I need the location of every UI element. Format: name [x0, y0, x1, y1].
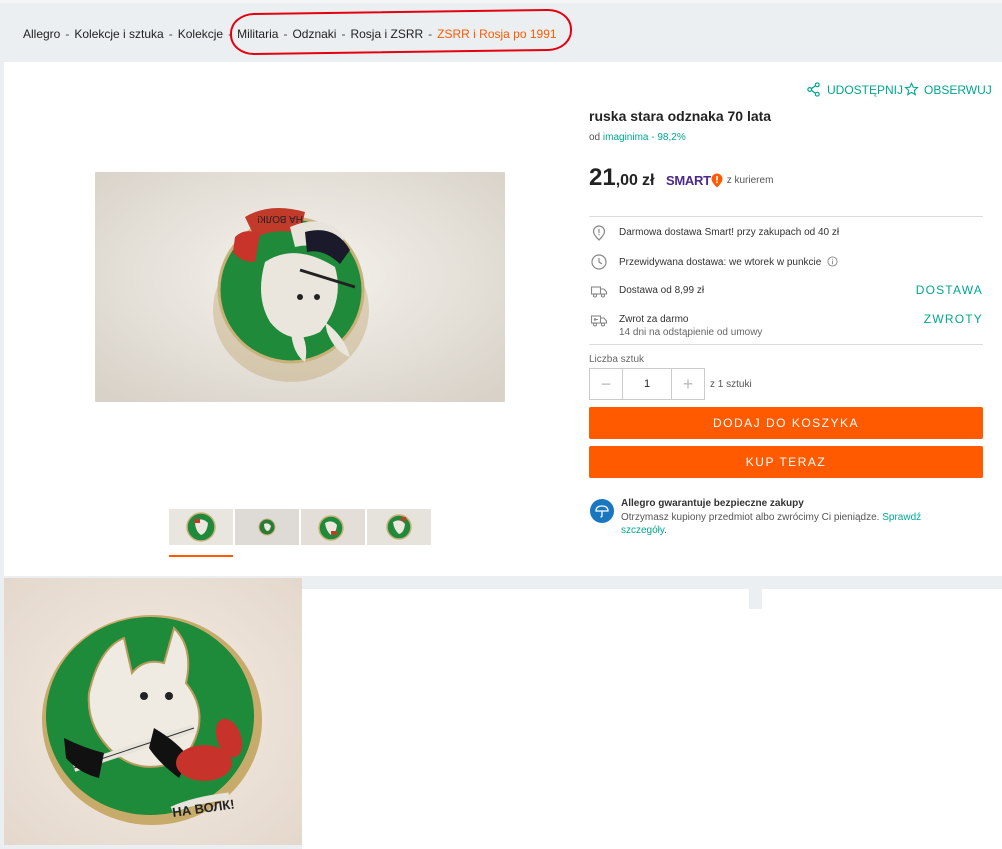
guarantee-text: Otrzymasz kupiony przedmiot albo zwrócim…: [621, 511, 961, 537]
quantity-stepper: − 1 +: [589, 368, 705, 400]
thumbnail-3[interactable]: [301, 509, 365, 545]
courier-note: z kurierem: [726, 175, 774, 186]
breadcrumb-item-kolekcje-i-sztuka[interactable]: Kolekcje i sztuka: [74, 27, 163, 41]
free-smart-delivery-text: Darmowa dostawa Smart! przy zakupach od …: [619, 227, 840, 238]
annotation-red-ellipse: [229, 8, 573, 56]
share-button[interactable]: UDOSTĘPNIJ: [806, 82, 903, 97]
main-product-photo[interactable]: НА ВОЛК!: [95, 172, 505, 402]
allegro-guarantee: Allegro gwarantuje bezpieczne zakupy Otr…: [589, 496, 983, 536]
free-return-title: Zwrot za darmo: [619, 314, 689, 325]
quantity-input[interactable]: 1: [622, 369, 672, 399]
add-to-cart-button[interactable]: DODAJ DO KOSZYKA: [589, 407, 983, 439]
returns-link[interactable]: ZWROTY: [924, 312, 983, 326]
divider: [589, 344, 983, 345]
breadcrumb-item-allegro[interactable]: Allegro: [23, 27, 60, 41]
clock-icon: [591, 254, 607, 270]
observe-button[interactable]: OBSERWUJ: [904, 82, 992, 97]
guarantee-description: Otrzymasz kupiony przedmiot albo zwrócim…: [621, 512, 880, 523]
free-return-subtitle: 14 dni na odstąpienie od umowy: [619, 327, 763, 338]
breadcrumb-separator: -: [168, 27, 173, 41]
price-decimal: ,00: [615, 172, 638, 189]
umbrella-icon: [590, 499, 614, 523]
observe-label: OBSERWUJ: [924, 82, 992, 97]
delivery-cost-text: Dostawa od 8,99 zł: [619, 285, 705, 296]
thumbnail-2[interactable]: [235, 509, 299, 545]
description-panel: [302, 589, 749, 849]
description-photo: НА ВОЛК!: [4, 578, 302, 845]
smart-label: SMART: [666, 173, 711, 188]
star-icon: [904, 82, 919, 96]
return-truck-icon: [590, 315, 608, 327]
expected-delivery-text: Przewidywana dostawa: we wtorek w punkci…: [619, 256, 838, 268]
share-label: UDOSTĘPNIJ: [827, 82, 904, 97]
product-title: ruska stara odznaka 70 lata: [589, 108, 772, 124]
free-return-row: Zwrot za darmo 14 dni na odstąpienie od …: [589, 311, 983, 341]
divider: [589, 216, 983, 217]
quantity-label: Liczba sztuk: [589, 354, 645, 365]
guarantee-title: Allegro gwarantuje bezpieczne zakupy: [621, 498, 804, 509]
seller-name-link[interactable]: imaginima: [603, 132, 649, 143]
quantity-available: z 1 sztuki: [710, 379, 752, 390]
badge-photo-image: НА ВОЛК!: [95, 172, 505, 402]
smart-delivery-icon: [592, 225, 606, 241]
smart-pin-icon: [711, 173, 723, 188]
thumbnail-4[interactable]: [367, 509, 431, 545]
guarantee-suffix: .: [664, 525, 667, 536]
truck-icon: [590, 286, 608, 298]
badge-closeup-image: НА ВОЛК!: [4, 578, 302, 845]
seller-rating: - 98,2%: [651, 132, 686, 143]
price: 21,00 zł: [589, 164, 654, 192]
delivery-link[interactable]: DOSTAWA: [916, 283, 983, 297]
info-icon[interactable]: [827, 256, 838, 267]
smart-badge: SMART z kurierem: [666, 173, 773, 188]
product-card: НА ВОЛК! UDOSTĘPNIJ OBSERWUJ ruska stara…: [4, 62, 1002, 576]
delivery-cost-row: Dostawa od 8,99 zł DOSTAWA: [589, 282, 983, 302]
sidebar-panel: [762, 589, 1002, 849]
price-currency: zł: [641, 172, 655, 189]
thumbnail-active-indicator: [169, 555, 233, 557]
svg-text:НА ВОЛК!: НА ВОЛК!: [257, 213, 303, 224]
breadcrumb-item-kolekcje[interactable]: Kolekcje: [178, 27, 223, 41]
quantity-increase-button[interactable]: +: [672, 369, 704, 399]
seller-prefix: od: [589, 132, 601, 143]
breadcrumb: Allegro - Kolekcje i sztuka - Kolekcje - Milit…: [0, 0, 1002, 62]
seller-info: od imaginima - 98,2%: [589, 132, 686, 143]
price-integer: 21: [589, 164, 616, 191]
buy-now-button[interactable]: KUP TERAZ: [589, 446, 983, 478]
share-icon: [807, 82, 820, 97]
breadcrumb-separator: -: [65, 27, 70, 41]
free-smart-delivery-row: Darmowa dostawa Smart! przy zakupach od …: [589, 224, 983, 244]
quantity-decrease-button[interactable]: −: [590, 369, 622, 399]
thumbnail-1[interactable]: [169, 509, 233, 545]
expected-delivery-row: Przewidywana dostawa: we wtorek w punkci…: [589, 253, 983, 273]
expected-delivery-label: Przewidywana dostawa: we wtorek w punkci…: [619, 257, 822, 268]
description-panel-strip: [749, 609, 762, 849]
